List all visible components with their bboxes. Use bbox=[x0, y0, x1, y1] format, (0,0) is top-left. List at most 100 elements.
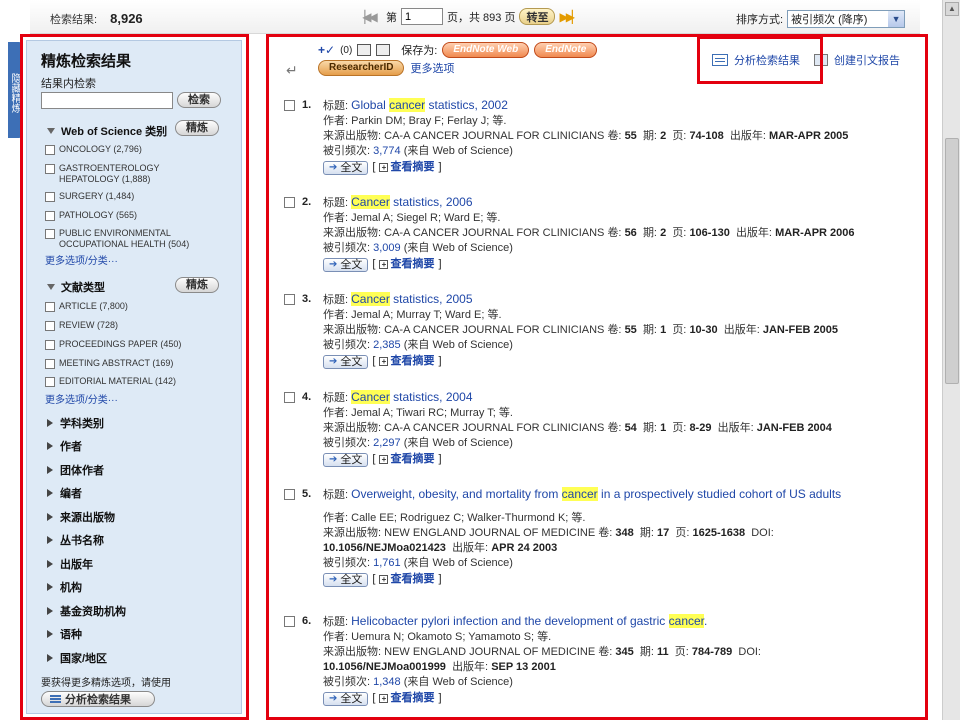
facet-organizations[interactable]: 机构 bbox=[47, 579, 82, 595]
search-within-button[interactable]: 检索 bbox=[177, 92, 221, 108]
record-checkbox[interactable] bbox=[284, 294, 295, 305]
checkbox[interactable] bbox=[45, 192, 55, 202]
times-cited-link[interactable]: 2,385 bbox=[373, 339, 401, 351]
list-icon bbox=[50, 695, 61, 703]
expand-icon bbox=[47, 419, 53, 427]
sort-select[interactable]: 被引频次 (降序) ▼ bbox=[787, 10, 906, 28]
view-abstract-link[interactable]: + 查看摘要 bbox=[379, 257, 434, 272]
record-body: 标题: Overweight, obesity, and mortality f… bbox=[323, 487, 918, 587]
facet-wos-category[interactable]: Web of Science 类别 bbox=[47, 123, 167, 139]
times-cited-link[interactable]: 3,774 bbox=[373, 145, 401, 157]
goto-button[interactable]: 转至 bbox=[519, 8, 556, 25]
facet-languages[interactable]: 语种 bbox=[47, 626, 82, 642]
checkbox[interactable] bbox=[45, 229, 55, 239]
record-checkbox[interactable] bbox=[284, 392, 295, 403]
facet-option[interactable]: PUBLIC ENVIRONMENTAL OCCUPATIONAL HEALTH… bbox=[45, 228, 235, 250]
page-scrollbar[interactable]: ▲ bbox=[942, 0, 960, 720]
record-title-link[interactable]: Cancer statistics, 2006 bbox=[351, 195, 473, 209]
analyze-results-button[interactable]: 分析检索结果 bbox=[41, 691, 155, 707]
times-cited-link[interactable]: 3,009 bbox=[373, 242, 401, 254]
full-text-button[interactable]: ➔ 全文 bbox=[323, 691, 369, 706]
full-text-button[interactable]: ➔ 全文 bbox=[323, 452, 369, 467]
record-title-link[interactable]: Global cancer statistics, 2002 bbox=[351, 98, 508, 112]
endnote-web-button[interactable]: EndNote Web bbox=[442, 42, 530, 58]
more-options-link[interactable]: 更多选项/分类··· bbox=[45, 252, 118, 267]
checkbox[interactable] bbox=[45, 302, 55, 312]
times-cited-link[interactable]: 1,348 bbox=[373, 676, 401, 688]
times-cited-link[interactable]: 1,761 bbox=[373, 557, 401, 569]
facet-funding-agencies[interactable]: 基金资助机构 bbox=[47, 603, 126, 619]
full-text-button[interactable]: ➔ 全文 bbox=[323, 257, 369, 272]
more-options-link[interactable]: 更多选项 bbox=[410, 60, 454, 76]
scroll-thumb[interactable] bbox=[945, 138, 959, 384]
record-authors: 作者: Parkin DM; Bray F; Ferlay J; 等. bbox=[323, 115, 507, 127]
facet-option[interactable]: GASTROENTEROLOGY HEPATOLOGY (1,888) bbox=[45, 163, 235, 185]
view-abstract-link[interactable]: + 查看摘要 bbox=[379, 354, 434, 369]
facet-doc-type[interactable]: 文献类型 bbox=[47, 279, 105, 295]
full-text-button[interactable]: ➔ 全文 bbox=[323, 572, 369, 587]
facet-option[interactable]: PROCEEDINGS PAPER (450) bbox=[45, 339, 235, 350]
full-text-button[interactable]: ➔ 全文 bbox=[323, 160, 369, 175]
view-abstract-link[interactable]: + 查看摘要 bbox=[379, 160, 434, 175]
analyze-results-link[interactable]: 分析检索结果 bbox=[734, 52, 800, 68]
checkbox[interactable] bbox=[45, 321, 55, 331]
email-icon[interactable] bbox=[376, 44, 391, 56]
endnote-button[interactable]: EndNote bbox=[534, 42, 598, 58]
facet-editors[interactable]: 编者 bbox=[47, 485, 82, 501]
facet-group-authors[interactable]: 团体作者 bbox=[47, 462, 104, 478]
facet-subject-area[interactable]: 学科类别 bbox=[47, 415, 104, 431]
view-abstract-link[interactable]: + 查看摘要 bbox=[379, 452, 434, 467]
citation-report-link[interactable]: 创建引文报告 bbox=[834, 52, 900, 68]
facet-option[interactable]: PATHOLOGY (565) bbox=[45, 210, 235, 221]
more-options-link[interactable]: 更多选项/分类··· bbox=[45, 391, 118, 406]
record-title-link[interactable]: Helicobacter pylori infection and the de… bbox=[351, 614, 707, 628]
title-label: 标题: bbox=[323, 294, 349, 306]
first-page-icon[interactable]: ▕◀◀ bbox=[356, 10, 382, 24]
checkbox[interactable] bbox=[45, 211, 55, 221]
times-cited-link[interactable]: 2,297 bbox=[373, 437, 401, 449]
checkbox[interactable] bbox=[45, 340, 55, 350]
facet-option[interactable]: ONCOLOGY (2,796) bbox=[45, 144, 235, 155]
view-abstract-link[interactable]: + 查看摘要 bbox=[379, 691, 434, 706]
view-abstract-link[interactable]: + 查看摘要 bbox=[379, 572, 434, 587]
checkbox[interactable] bbox=[45, 377, 55, 387]
record-title-link[interactable]: Overweight, obesity, and mortality from … bbox=[351, 487, 841, 501]
add-to-marked-list-icon[interactable]: +✓ bbox=[318, 43, 335, 57]
refine-button[interactable]: 精炼 bbox=[175, 277, 219, 293]
expand-icon bbox=[47, 654, 53, 662]
print-icon[interactable] bbox=[357, 44, 372, 56]
refine-button[interactable]: 精炼 bbox=[175, 120, 219, 136]
facet-option[interactable]: EDITORIAL MATERIAL (142) bbox=[45, 376, 235, 387]
record-checkbox[interactable] bbox=[284, 197, 295, 208]
facet-source-titles[interactable]: 来源出版物 bbox=[47, 509, 115, 525]
hide-refine-tab[interactable]: 隐藏精炼 bbox=[8, 42, 22, 138]
page-input[interactable] bbox=[401, 8, 443, 25]
record-title-link[interactable]: Cancer statistics, 2004 bbox=[351, 390, 473, 404]
researcher-id-button[interactable]: ResearcherID bbox=[318, 60, 405, 76]
facet-option[interactable]: MEETING ABSTRACT (169) bbox=[45, 358, 235, 369]
facet-publication-years[interactable]: 出版年 bbox=[47, 556, 93, 572]
next-page-icon[interactable]: ▶▶▏ bbox=[559, 10, 585, 24]
analysis-links: 分析检索结果 创建引文报告 bbox=[712, 52, 900, 68]
checkbox[interactable] bbox=[45, 164, 55, 174]
checkbox[interactable] bbox=[45, 359, 55, 369]
full-text-button[interactable]: ➔ 全文 bbox=[323, 354, 369, 369]
facet-option[interactable]: REVIEW (728) bbox=[45, 320, 235, 331]
analyze-icon bbox=[712, 54, 728, 66]
facet-option[interactable]: SURGERY (1,484) bbox=[45, 191, 235, 202]
facet-countries[interactable]: 国家/地区 bbox=[47, 650, 107, 666]
record-source: 来源出版物: CA-A CANCER JOURNAL FOR CLINICIAN… bbox=[323, 227, 855, 239]
facet-authors[interactable]: 作者 bbox=[47, 438, 82, 454]
record-times-cited: 被引频次: 1,348 (来自 Web of Science) bbox=[323, 676, 513, 688]
title-label: 标题: bbox=[323, 197, 349, 209]
save-toolbar-row: +✓ (0) 保存为: EndNote Web EndNote bbox=[318, 42, 598, 58]
checkbox[interactable] bbox=[45, 145, 55, 155]
record-checkbox[interactable] bbox=[284, 100, 295, 111]
search-within-input[interactable] bbox=[41, 92, 173, 109]
facet-series-titles[interactable]: 丛书名称 bbox=[47, 532, 104, 548]
record-title-link[interactable]: Cancer statistics, 2005 bbox=[351, 292, 473, 306]
scroll-up-icon[interactable]: ▲ bbox=[945, 2, 959, 16]
facet-option[interactable]: ARTICLE (7,800) bbox=[45, 301, 235, 312]
record-checkbox[interactable] bbox=[284, 489, 295, 500]
record-checkbox[interactable] bbox=[284, 616, 295, 627]
